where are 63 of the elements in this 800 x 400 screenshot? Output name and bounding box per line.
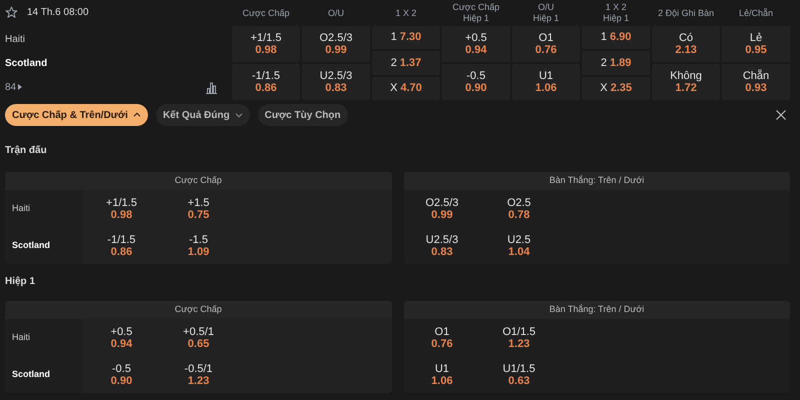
column-header: Lẻ/Chẵn: [738, 8, 774, 18]
odds-button[interactable]: U2.5 1.04: [480, 227, 558, 264]
odds-button[interactable]: +0.5 0.94: [83, 319, 160, 356]
panel-title: Bàn Thắng: Trên / Dưới: [549, 174, 644, 188]
column-header: 1 X 2 Hiệp 1: [602, 2, 629, 24]
section-title: Hiệp 1: [5, 274, 36, 288]
odds-button[interactable]: +0.5 0.94: [442, 26, 510, 62]
bar-chart-icon[interactable]: [205, 80, 218, 94]
odds-button[interactable]: 2 1.37: [372, 51, 440, 75]
team-name: Scotland: [5, 56, 48, 70]
odds-button[interactable]: Chẵn 0.93: [722, 64, 790, 100]
odds-button[interactable]: U1/1.5 0.63: [480, 356, 558, 393]
panel-title: Bàn Thắng: Trên / Dưới: [549, 303, 644, 316]
odds-button[interactable]: +1.5 0.75: [160, 190, 237, 227]
odds-button[interactable]: X 4.70: [372, 76, 440, 100]
odds-button[interactable]: O2.5/3 0.99: [404, 190, 480, 227]
star-icon[interactable]: [5, 6, 18, 18]
odds-button[interactable]: +1/1.5 0.98: [232, 26, 300, 62]
odds-button[interactable]: Không 1.72: [652, 64, 720, 100]
odds-button[interactable]: Có 2.13: [652, 26, 720, 62]
odds-button[interactable]: +0.5/1 0.65: [160, 319, 237, 356]
more-markets-count[interactable]: 84: [5, 80, 16, 94]
odds-button[interactable]: -0.5/1 1.23: [160, 356, 237, 393]
column-header: Cược Chấp: [242, 8, 290, 18]
odds-button[interactable]: O2.5 0.78: [480, 190, 558, 227]
team-name: Haiti: [12, 330, 30, 344]
filter-tab[interactable]: Cược Tùy Chọn: [258, 104, 348, 126]
odds-button[interactable]: O1 0.76: [512, 26, 580, 62]
odds-button[interactable]: O1/1.5 1.23: [480, 319, 558, 356]
odds-button[interactable]: 1 7.30: [372, 26, 440, 50]
filter-tab[interactable]: Cược Chấp & Trên/Dưới: [5, 104, 148, 126]
team-name: Scotland: [12, 238, 50, 252]
odds-button[interactable]: Lẻ 0.95: [722, 26, 790, 62]
filter-tab[interactable]: Kết Quả Đúng: [156, 104, 250, 126]
odds-button[interactable]: U1 1.06: [512, 64, 580, 100]
odds-button[interactable]: U2.5/3 0.83: [404, 227, 480, 264]
play-icon[interactable]: [18, 84, 22, 90]
odds-button[interactable]: 1 6.90: [582, 26, 650, 50]
column-header: Cược Chấp Hiệp 1: [452, 2, 500, 24]
odds-button[interactable]: O1 0.76: [404, 319, 480, 356]
team-name: Haiti: [12, 202, 30, 215]
odds-button[interactable]: U2.5/3 0.83: [302, 64, 370, 100]
panel-title: Cược Chấp: [174, 303, 222, 316]
odds-button[interactable]: -1/1.5 0.86: [83, 227, 160, 264]
match-time: 14 Th.6 08:00: [27, 6, 89, 20]
column-header: O/U: [328, 8, 344, 18]
team-name: Scotland: [12, 368, 50, 381]
odds-button[interactable]: -0.5 0.90: [442, 64, 510, 100]
section-title: Trận đấu: [5, 144, 47, 158]
odds-button[interactable]: +1/1.5 0.98: [83, 190, 160, 227]
odds-button[interactable]: -1.5 1.09: [160, 227, 237, 264]
panel-title: Cược Chấp: [174, 174, 222, 188]
odds-button[interactable]: -1/1.5 0.86: [232, 64, 300, 100]
column-header: 2 Đội Ghi Bàn: [658, 8, 714, 18]
odds-button[interactable]: X 2.35: [582, 76, 650, 100]
column-header: 1 X 2: [395, 8, 416, 18]
odds-button[interactable]: -0.5 0.90: [83, 356, 160, 393]
odds-button[interactable]: U1 1.06: [404, 356, 480, 393]
odds-button[interactable]: O2.5/3 0.99: [302, 26, 370, 62]
team-name: Haiti: [5, 32, 26, 46]
column-header: O/U Hiệp 1: [532, 2, 559, 24]
close-icon[interactable]: [776, 110, 786, 120]
odds-button[interactable]: 2 1.89: [582, 51, 650, 75]
